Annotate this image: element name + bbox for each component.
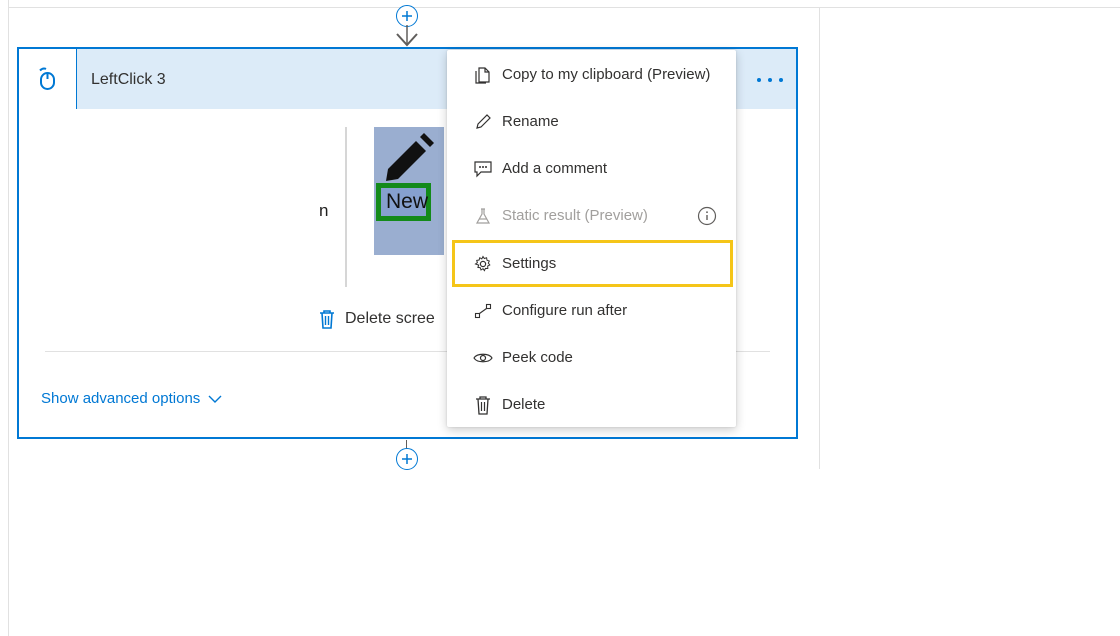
canvas-right-divider [819, 7, 820, 469]
menu-item-label: Peek code [502, 349, 573, 366]
menu-item-label: Rename [502, 113, 559, 130]
flask-icon [473, 206, 493, 226]
delete-screenshot-button[interactable]: Delete scree [319, 309, 435, 329]
run-after-icon [473, 301, 493, 321]
menu-item-label: Settings [502, 255, 557, 272]
menu-item-static-result[interactable]: Static result (Preview) [447, 192, 736, 239]
show-advanced-options-link[interactable]: Show advanced options [41, 390, 222, 407]
page-left-border [8, 0, 9, 636]
plus-icon [402, 454, 412, 464]
more-options-button[interactable] [752, 65, 788, 93]
menu-item-configure-run-after[interactable]: Configure run after [447, 287, 736, 334]
screenshot-text: New [386, 190, 429, 213]
ellipsis-icon [757, 78, 783, 82]
screenshot-thumbnail: New [374, 127, 444, 255]
screenshot-divider [345, 127, 347, 287]
show-advanced-label: Show advanced options [41, 390, 201, 407]
copy-icon [473, 65, 493, 85]
plus-icon [402, 11, 412, 21]
trash-icon [320, 310, 334, 329]
menu-item-peek-code[interactable]: Peek code [447, 334, 736, 381]
chevron-down-icon [208, 395, 222, 403]
menu-item-label: Configure run after [502, 302, 628, 319]
delete-screenshot-label: Delete scree [345, 310, 435, 327]
pencil-icon [473, 112, 493, 132]
comment-icon [473, 159, 493, 179]
menu-item-label: Delete [502, 396, 546, 413]
menu-item-label: Static result (Preview) [502, 207, 648, 224]
mouse-icon [38, 67, 55, 90]
insert-step-button-top[interactable] [396, 5, 418, 27]
screenshot-target-box: New [376, 183, 431, 221]
info-icon[interactable] [697, 192, 717, 239]
eye-icon [473, 348, 493, 368]
menu-item-rename[interactable]: Rename [447, 98, 736, 145]
card-title[interactable]: LeftClick 3 [91, 71, 166, 89]
field-label: n [319, 201, 329, 220]
page-top-border [8, 7, 1120, 8]
insert-step-button-bottom[interactable] [396, 448, 418, 470]
menu-item-delete[interactable]: Delete [447, 381, 736, 428]
trash-icon [473, 395, 493, 415]
menu-item-settings[interactable]: Settings [447, 240, 736, 287]
context-menu: Copy to my clipboard (Preview) Rename Ad… [447, 50, 736, 427]
menu-item-label: Add a comment [502, 160, 608, 177]
action-icon-container [19, 49, 77, 109]
menu-item-add-comment[interactable]: Add a comment [447, 145, 736, 192]
gear-icon [473, 254, 493, 274]
pencil-icon [386, 133, 434, 181]
menu-item-label: Copy to my clipboard (Preview) [502, 66, 711, 83]
menu-item-copy-to-clipboard[interactable]: Copy to my clipboard (Preview) [447, 51, 736, 98]
arrow-down-icon [396, 25, 418, 47]
